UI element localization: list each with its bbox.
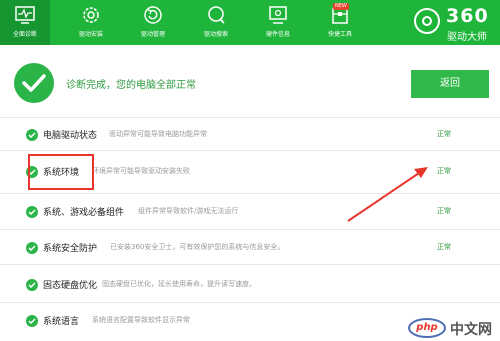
return-button[interactable]: 返回: [411, 70, 489, 98]
tab-driver-manage[interactable]: 驱动管理: [128, 0, 178, 45]
row-desc: 系统语言配置导致软件显示异常: [92, 316, 190, 324]
computer-info-icon: [269, 6, 287, 24]
row-desc: 环境异常可能导致驱动安装失败: [92, 167, 190, 175]
tab-label: 快捷工具: [327, 31, 352, 38]
check-icon: [26, 206, 38, 218]
row-status: 正常: [437, 167, 451, 175]
row-name: 系统安全防护: [43, 244, 98, 254]
brand-name: 驱动大师: [447, 32, 487, 43]
diagnosis-summary: 诊断完成，您的电脑全部正常: [66, 80, 196, 91]
tab-label: 硬件信息: [265, 31, 290, 38]
watermark: php 中文网: [408, 316, 500, 341]
tab-hardware-info[interactable]: 硬件信息: [253, 0, 303, 45]
top-toolbar: 全面诊断 驱动安装 驱动管理 驱动搜索 硬件信息 NEW 快捷工具 360 驱动…: [0, 0, 500, 45]
refresh-circle-icon: [144, 6, 162, 24]
row-name: 系统语言: [43, 317, 80, 327]
divider: [0, 302, 500, 303]
check-icon: [26, 242, 38, 254]
row-status: 正常: [437, 207, 451, 215]
divider: [0, 229, 500, 230]
row-desc: 已安装360安全卫士，可有效保护您的系统与信息安全。: [110, 243, 285, 251]
tab-label: 驱动管理: [140, 31, 165, 38]
tab-label: 驱动搜索: [203, 31, 228, 38]
check-row-driver-status: 电脑驱动状态 驱动异常可能导致电脑功能异常 正常: [0, 121, 500, 151]
search-icon: [208, 6, 225, 24]
360-logo-icon: [414, 8, 440, 34]
tab-label: 全面诊断: [12, 31, 37, 38]
monitor-pulse-icon: [15, 6, 35, 24]
check-row-security: 系统安全防护 已安装360安全卫士，可有效保护您的系统与信息安全。 正常: [0, 234, 500, 264]
row-desc: 组件异常导致软件/游戏无法运行: [138, 207, 239, 215]
row-status: 正常: [437, 243, 451, 251]
red-arrow-icon: [347, 167, 428, 222]
gear-icon: [83, 7, 99, 23]
watermark-text: 中文网: [450, 322, 492, 338]
new-badge: NEW: [333, 3, 349, 10]
success-check-icon: [14, 63, 54, 103]
check-icon: [26, 315, 38, 327]
row-desc: 固态硬盘已优化，延长使用寿命，提升读写速度。: [102, 280, 256, 288]
tab-driver-search[interactable]: 驱动搜索: [191, 0, 241, 45]
row-name: 系统、游戏必备组件: [43, 208, 125, 218]
divider: [0, 117, 500, 118]
row-status: 正常: [437, 130, 451, 138]
row-desc: 驱动异常可能导致电脑功能异常: [109, 130, 207, 138]
tab-driver-install[interactable]: 驱动安装: [66, 0, 116, 45]
brand-logo: 360 驱动大师: [414, 5, 496, 43]
check-icon: [26, 129, 38, 141]
highlight-box: [28, 154, 94, 190]
divider: [0, 150, 500, 151]
php-logo: php: [408, 318, 446, 338]
tab-quick-tools[interactable]: NEW 快捷工具: [315, 0, 365, 45]
check-icon: [26, 279, 38, 291]
row-name: 固态硬盘优化: [43, 281, 98, 291]
brand-number: 360: [446, 5, 489, 27]
row-name: 电脑驱动状态: [43, 131, 98, 141]
tab-label: 驱动安装: [78, 31, 103, 38]
divider: [0, 264, 500, 265]
tab-full-diagnosis[interactable]: 全面诊断: [0, 0, 50, 45]
check-row-ssd: 固态硬盘优化 固态硬盘已优化，延长使用寿命，提升读写速度。: [0, 271, 500, 301]
